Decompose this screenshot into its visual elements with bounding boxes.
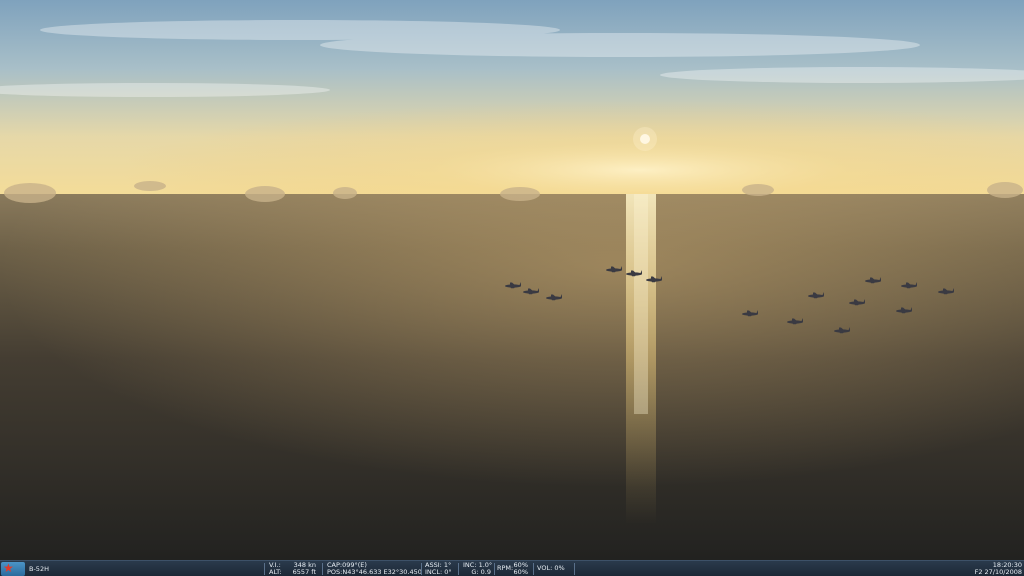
clock: 18:20:30 F2 27/10/2008 <box>975 562 1022 576</box>
status-bar: ★ B-52H V.I.: 348 kn ALT: 6557 ft CAP:09… <box>0 560 1024 576</box>
separator <box>574 563 575 575</box>
separator <box>322 563 323 575</box>
speed-altitude: V.I.: 348 kn ALT: 6557 ft <box>266 561 320 576</box>
red-star-icon: ★ <box>3 561 14 575</box>
rpm-label: RPM: <box>497 564 514 572</box>
rpm-engine-2: 60% <box>513 568 528 576</box>
alt-value: 6557 ft <box>292 568 316 576</box>
incl-readout: INCL: 0° <box>425 568 452 576</box>
engine-rpm: RPM: 60% 60% <box>496 561 532 576</box>
unit-badge[interactable]: ★ <box>1 561 25 576</box>
unit-name: B-52H <box>29 565 49 573</box>
separator <box>458 563 459 575</box>
separator <box>533 563 534 575</box>
inclination-g: INC: 1.0° G: 0.9 <box>460 561 494 576</box>
game-viewport[interactable] <box>0 0 1024 560</box>
separator <box>264 563 265 575</box>
volume: VOL: 0% <box>535 561 575 576</box>
position: POS:N43°46.633 E32°30.450 <box>327 568 422 576</box>
separator <box>421 563 422 575</box>
volume-readout: VOL: 0% <box>537 564 565 572</box>
date: F2 27/10/2008 <box>974 568 1022 576</box>
scene-render <box>0 0 1024 560</box>
separator <box>494 563 495 575</box>
attitude: ASSI: 1° INCL: 0° <box>423 561 459 576</box>
g-readout: G: 0.9 <box>471 568 491 576</box>
heading-position: CAP:099°(E) POS:N43°46.633 E32°30.450 <box>324 561 422 576</box>
alt-label: ALT: <box>269 568 282 576</box>
